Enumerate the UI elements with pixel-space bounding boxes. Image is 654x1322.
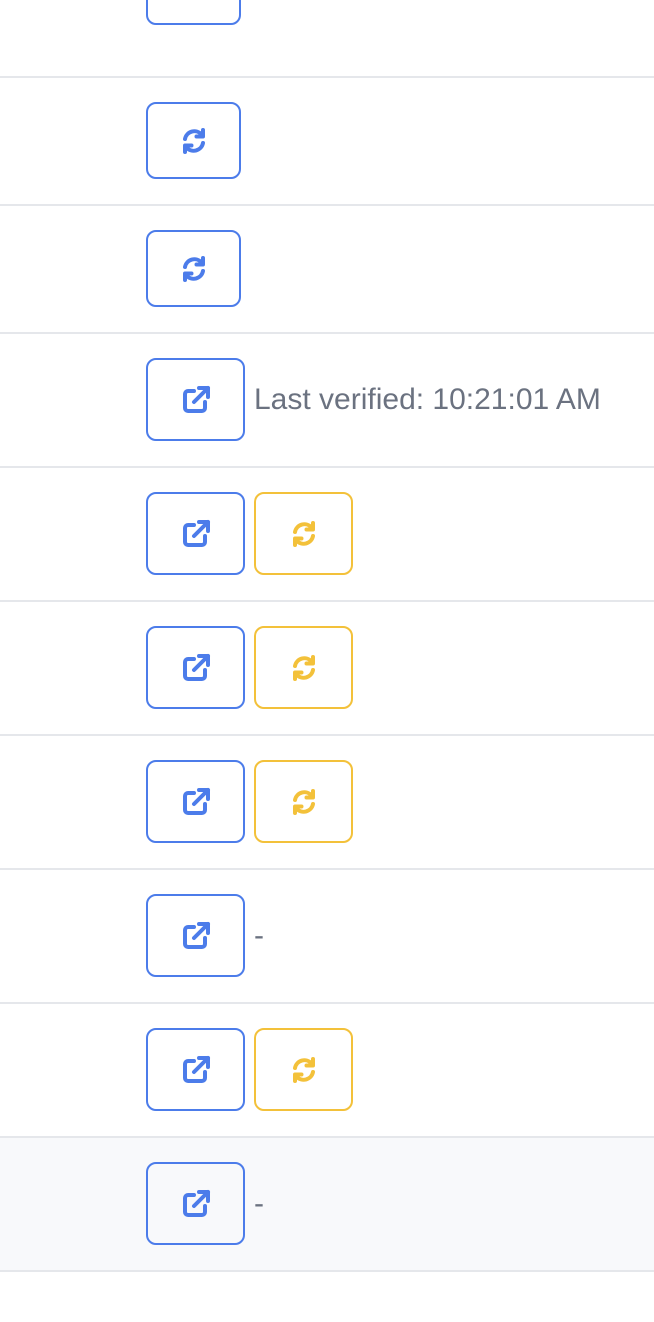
table-row: [0, 1004, 654, 1138]
refresh-icon: [289, 653, 319, 683]
status-text: -: [254, 918, 264, 952]
table-row: [0, 602, 654, 736]
external-link-icon: [179, 517, 213, 551]
open-link-button[interactable]: [146, 894, 245, 977]
reverify-button[interactable]: [254, 760, 353, 843]
open-link-button[interactable]: [146, 1162, 245, 1245]
refresh-button[interactable]: [146, 102, 241, 179]
refresh-icon: [289, 519, 319, 549]
refresh-button[interactable]: [146, 230, 241, 307]
refresh-icon: [289, 787, 319, 817]
table-row: Last verified: 10:21:01 AM: [0, 334, 654, 468]
open-link-button[interactable]: [146, 358, 245, 441]
table-row: -: [0, 870, 654, 1004]
reverify-button[interactable]: [254, 492, 353, 575]
external-link-icon: [179, 383, 213, 417]
refresh-button[interactable]: [146, 0, 241, 25]
table-row: [0, 0, 654, 78]
external-link-icon: [179, 1053, 213, 1087]
refresh-icon: [179, 254, 209, 284]
refresh-icon: [179, 126, 209, 156]
external-link-icon: [179, 651, 213, 685]
table-row: [0, 78, 654, 206]
status-text: -: [254, 1186, 264, 1220]
table-row: [0, 206, 654, 334]
reverify-button[interactable]: [254, 626, 353, 709]
table-row: [0, 468, 654, 602]
refresh-icon: [289, 1055, 319, 1085]
external-link-icon: [179, 1187, 213, 1221]
external-link-icon: [179, 919, 213, 953]
open-link-button[interactable]: [146, 626, 245, 709]
refresh-icon: [179, 0, 209, 2]
table-row: -: [0, 1138, 654, 1272]
open-link-button[interactable]: [146, 760, 245, 843]
table-row: [0, 736, 654, 870]
open-link-button[interactable]: [146, 492, 245, 575]
open-link-button[interactable]: [146, 1028, 245, 1111]
last-verified-text: Last verified: 10:21:01 AM: [254, 382, 601, 416]
external-link-icon: [179, 785, 213, 819]
reverify-button[interactable]: [254, 1028, 353, 1111]
